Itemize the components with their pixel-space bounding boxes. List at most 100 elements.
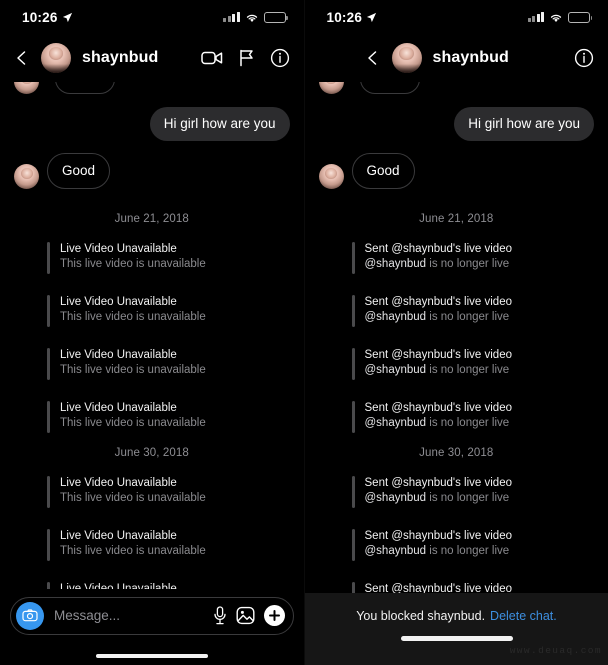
avatar[interactable] xyxy=(391,43,422,73)
live-video-subtitle: @shaynbud is no longer live xyxy=(364,417,510,429)
live-video-subtitle: This live video is unavailable xyxy=(60,417,206,429)
message-row-incoming[interactable]: Good xyxy=(0,153,304,189)
status-bar-left: 10:26 xyxy=(0,0,304,34)
live-video-subtitle: This live video is unavailable xyxy=(60,492,206,504)
avatar[interactable] xyxy=(41,43,71,73)
live-video-title: Live Video Unavailable xyxy=(60,477,177,489)
message-input[interactable]: Message... xyxy=(54,608,213,623)
wifi-icon xyxy=(550,14,562,22)
live-video-subtitle: @shaynbud is no longer live xyxy=(364,545,510,557)
battery-icon xyxy=(263,11,288,23)
message-row-incoming[interactable]: Good xyxy=(305,153,608,189)
message-bubble[interactable]: Good xyxy=(47,153,111,189)
live-video-subtitle: @shaynbud is no longer live xyxy=(364,311,510,323)
avatar-spacer xyxy=(14,476,39,501)
live-video-subtitle: @shaynbud is no longer live xyxy=(364,364,510,376)
live-video-title: Live Video Unavailable xyxy=(60,243,177,255)
quote-bar xyxy=(47,295,50,327)
avatar xyxy=(14,164,39,189)
live-video-title: Live Video Unavailable xyxy=(60,296,177,308)
back-chevron-icon[interactable] xyxy=(365,50,381,66)
live-video-message[interactable]: Live Video Unavailable This live video is… xyxy=(47,242,206,274)
dual-screenshot-comparison: 10:26 shaynbud Hi girl how are you Good … xyxy=(0,0,608,665)
camera-icon[interactable] xyxy=(16,601,44,630)
message-bubble[interactable]: Good xyxy=(351,153,415,189)
composer-bar: Message... xyxy=(0,588,304,665)
partial-message-row xyxy=(305,82,608,94)
page-title[interactable]: shaynbud xyxy=(433,49,509,67)
nav-left-group: shaynbud xyxy=(365,43,509,73)
message-bubble[interactable]: Hi girl how are you xyxy=(149,107,290,141)
quote-bar xyxy=(351,295,355,327)
quote-bar xyxy=(47,476,50,508)
cellular-signal-icon xyxy=(223,12,240,22)
info-circle-icon[interactable] xyxy=(270,48,290,68)
wifi-icon xyxy=(246,14,257,22)
message-thread-left[interactable]: Hi girl how are you Good June 21, 2018 L… xyxy=(0,82,304,665)
live-video-subtitle: @shaynbud is no longer live xyxy=(364,492,510,504)
live-video-subtitle: This live video is unavailable xyxy=(60,258,206,270)
quote-bar xyxy=(351,348,355,380)
location-arrow-icon xyxy=(366,12,377,22)
info-circle-icon[interactable] xyxy=(574,48,594,68)
live-video-message[interactable]: Live Video Unavailable This live video is… xyxy=(47,529,206,561)
live-video-title: Sent @shaynbud's live video xyxy=(364,243,512,255)
live-video-title: Live Video Unavailable xyxy=(60,349,177,361)
microphone-icon[interactable] xyxy=(213,606,227,625)
photo-library-icon[interactable] xyxy=(236,606,255,625)
live-video-subtitle: This live video is unavailable xyxy=(60,545,206,557)
avatar-spacer xyxy=(319,242,344,267)
mention-handle: @shaynbud xyxy=(364,417,427,429)
live-video-message[interactable]: Sent @shaynbud's live video @shaynbud is … xyxy=(351,242,512,274)
live-video-title: Sent @shaynbud's live video xyxy=(364,530,512,542)
live-video-message[interactable]: Sent @shaynbud's live video @shaynbud is … xyxy=(351,476,512,508)
mention-handle: @shaynbud xyxy=(364,258,427,270)
avatar xyxy=(318,164,344,189)
date-separator: June 21, 2018 xyxy=(114,213,189,225)
avatar xyxy=(14,82,39,94)
live-video-group-1: Sent @shaynbud's live video @shaynbud is … xyxy=(305,242,608,433)
date-separator: June 30, 2018 xyxy=(419,447,494,459)
delete-chat-link[interactable]: Delete chat. xyxy=(490,609,557,623)
status-right-group xyxy=(527,11,593,23)
live-video-message[interactable]: Live Video Unavailable This live video is… xyxy=(47,401,206,433)
message-row-outgoing[interactable]: Hi girl how are you xyxy=(305,107,608,141)
message-row-outgoing[interactable]: Hi girl how are you xyxy=(0,107,304,141)
video-camera-icon[interactable] xyxy=(200,50,223,66)
quote-bar xyxy=(47,529,50,561)
flag-icon[interactable] xyxy=(238,49,255,67)
back-chevron-icon[interactable] xyxy=(14,50,30,66)
nav-bar-right: shaynbud xyxy=(305,34,608,82)
avatar-spacer xyxy=(319,476,344,501)
live-video-message[interactable]: Live Video Unavailable This live video is… xyxy=(47,348,206,380)
message-bubble[interactable]: Hi girl how are you xyxy=(454,107,594,141)
live-video-subtitle: This live video is unavailable xyxy=(60,364,206,376)
left-panel: 10:26 shaynbud Hi girl how are you Good … xyxy=(0,0,304,665)
partial-bubble xyxy=(359,82,420,94)
live-video-message[interactable]: Live Video Unavailable This live video is… xyxy=(47,295,206,327)
blocked-label: You blocked shaynbud. xyxy=(356,609,486,623)
mention-handle: @shaynbud xyxy=(364,311,427,323)
live-video-message[interactable]: Sent @shaynbud's live video @shaynbud is … xyxy=(351,401,512,433)
live-video-message[interactable]: Live Video Unavailable This live video is… xyxy=(47,476,206,508)
live-video-subtitle: This live video is unavailable xyxy=(60,311,206,323)
blocked-status-text: You blocked shaynbud. Delete chat. xyxy=(305,593,608,623)
live-video-message[interactable]: Sent @shaynbud's live video @shaynbud is … xyxy=(351,295,512,327)
nav-bar-left: shaynbud xyxy=(0,34,304,82)
live-video-message[interactable]: Sent @shaynbud's live video @shaynbud is … xyxy=(351,348,512,380)
quote-bar xyxy=(47,401,50,433)
message-composer[interactable]: Message... xyxy=(10,596,294,635)
page-title[interactable]: shaynbud xyxy=(82,49,158,67)
nav-right-group xyxy=(574,48,594,68)
status-bar-right: 10:26 xyxy=(305,0,608,34)
plus-icon[interactable] xyxy=(264,605,285,626)
message-thread-right[interactable]: Hi girl how are you Good June 21, 2018 S… xyxy=(305,82,608,665)
live-video-title: Sent @shaynbud's live video xyxy=(364,296,512,308)
nav-right-group xyxy=(200,48,290,68)
live-video-message[interactable]: Sent @shaynbud's live video @shaynbud is … xyxy=(351,529,512,561)
quote-bar xyxy=(47,348,50,380)
quote-bar xyxy=(351,529,355,561)
live-video-subtitle: @shaynbud is no longer live xyxy=(364,258,510,270)
avatar-spacer xyxy=(14,242,39,267)
mention-handle: @shaynbud xyxy=(364,545,427,557)
